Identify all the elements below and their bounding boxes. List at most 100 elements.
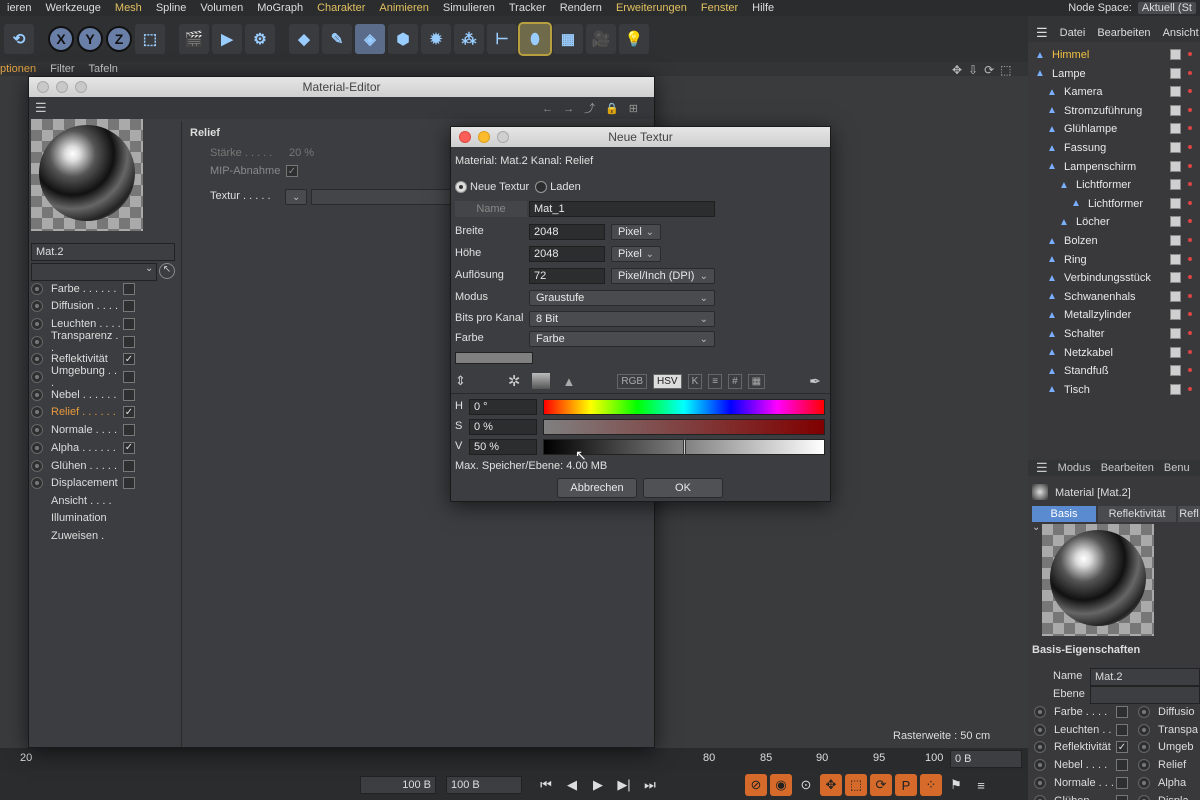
render-view-icon[interactable]: 🎬 — [179, 24, 209, 54]
am-channel-checkbox[interactable] — [1116, 759, 1128, 772]
keyframe-icon[interactable]: ⊙ — [795, 774, 817, 796]
visibility-tag[interactable] — [1170, 290, 1181, 302]
hoehe-unit-dropdown[interactable]: Pixel — [611, 246, 661, 262]
object-row[interactable]: ▲ Fassung — [1028, 139, 1166, 157]
object-row[interactable]: ▲ Himmel — [1028, 46, 1166, 64]
om-menu-bearbeiten[interactable]: Bearbeiten — [1097, 27, 1150, 39]
status-dot[interactable] — [1188, 89, 1192, 94]
status-dot[interactable] — [1188, 256, 1192, 261]
menu-item[interactable]: Werkzeuge — [38, 2, 107, 14]
visibility-tag[interactable] — [1170, 197, 1181, 209]
picker-mode-1[interactable]: HSV — [653, 373, 682, 389]
channel-checkbox[interactable]: ✓ — [123, 353, 135, 366]
am-channel-radio[interactable] — [1034, 723, 1046, 736]
pen-icon[interactable]: ✎ — [322, 24, 352, 54]
status-dot[interactable] — [1188, 126, 1192, 131]
hoehe-input[interactable]: 2048 — [529, 246, 605, 262]
image-icon[interactable]: ▲ — [562, 374, 575, 389]
am-channel-item[interactable]: Glühen . . . — [1032, 794, 1128, 800]
channel-checkbox[interactable] — [123, 282, 135, 295]
am-channel-checkbox[interactable] — [1116, 723, 1128, 736]
status-dot[interactable] — [1188, 145, 1192, 149]
channel-radio[interactable] — [31, 300, 43, 313]
object-row[interactable]: ▲ Kamera — [1028, 83, 1166, 101]
x-axis-lock-icon[interactable]: X — [48, 26, 74, 52]
channel-radio[interactable] — [31, 441, 43, 454]
am-channel-radio[interactable] — [1034, 759, 1046, 772]
texture-slot[interactable] — [311, 189, 451, 205]
channel-item[interactable]: Nebel . . . . . . — [29, 386, 135, 403]
channel-item[interactable]: Diffusion . . . . — [29, 298, 135, 315]
menu-item[interactable]: MoGraph — [250, 2, 310, 14]
scene-icon[interactable]: ⬮ — [518, 22, 552, 56]
picker-mode-5[interactable]: ▦ — [747, 373, 766, 389]
visibility-tag[interactable] — [1170, 142, 1181, 153]
value-slider-handle[interactable] — [683, 439, 686, 455]
menu-icon[interactable]: ☰ — [1036, 25, 1048, 41]
cube-icon[interactable]: ◆ — [289, 24, 319, 54]
am-channel-radio[interactable] — [1138, 776, 1150, 789]
z-axis-lock-icon[interactable]: Z — [106, 26, 132, 52]
visibility-tag[interactable] — [1170, 235, 1181, 246]
am-channel-radio[interactable] — [1034, 706, 1046, 718]
am-name-field[interactable]: Mat.2 — [1090, 668, 1200, 686]
channel-radio[interactable] — [31, 335, 43, 348]
status-dot[interactable] — [1188, 293, 1192, 298]
status-dot[interactable] — [1188, 182, 1192, 187]
channel-radio[interactable] — [31, 388, 43, 401]
am-channel-radio[interactable] — [1138, 723, 1150, 736]
status-dot[interactable] — [1188, 163, 1192, 168]
cancel-button[interactable]: Abbrechen — [557, 478, 637, 498]
am-menu-modus[interactable]: Modus — [1058, 462, 1091, 474]
visibility-tag[interactable] — [1170, 383, 1181, 395]
am-channel-item[interactable]: Diffusio — [1136, 706, 1200, 718]
editor-extra-item[interactable]: Ansicht . . . . — [51, 492, 112, 509]
material-editor-titlebar[interactable]: Material-Editor — [29, 77, 654, 97]
channel-item[interactable]: Alpha . . . . . . ✓ — [29, 439, 135, 456]
camera-icon[interactable]: 🎥 — [586, 24, 616, 54]
channel-checkbox[interactable] — [123, 477, 135, 490]
status-dot[interactable] — [1188, 107, 1192, 112]
object-row[interactable]: ▲ Glühlampe — [1028, 120, 1166, 138]
visibility-tag[interactable] — [1170, 328, 1181, 339]
dialog-titlebar[interactable]: Neue Textur — [451, 127, 830, 147]
move-key-icon[interactable]: ✥ — [820, 774, 842, 796]
object-row[interactable]: ▲ Schalter — [1028, 325, 1166, 343]
channel-checkbox[interactable] — [123, 459, 135, 472]
v-input[interactable]: 50 % — [469, 439, 537, 455]
visibility-tag[interactable] — [1170, 86, 1181, 98]
tab-basis[interactable]: Basis — [1032, 506, 1096, 522]
channel-item[interactable]: Relief . . . . . . ✓ — [29, 404, 135, 421]
picker-mode-4[interactable]: # — [728, 373, 742, 389]
editor-extra-item[interactable]: Zuweisen . — [51, 527, 104, 544]
spectrum-icon[interactable] — [532, 373, 551, 389]
status-dot[interactable] — [1188, 349, 1192, 354]
menu-item[interactable]: Spline — [149, 2, 194, 14]
channel-item[interactable]: Farbe . . . . . . — [29, 280, 135, 297]
viewport-nav-icons[interactable]: ✥⇩⟳⬚ — [952, 63, 1018, 77]
aufloesung-input[interactable]: 72 — [529, 268, 605, 284]
channel-radio[interactable] — [31, 317, 43, 330]
object-row[interactable]: ▲ Lampenschirm — [1028, 158, 1166, 176]
pick-icon[interactable]: ↖ — [159, 263, 175, 279]
am-channel-radio[interactable] — [1034, 741, 1046, 754]
am-channel-checkbox[interactable] — [1116, 794, 1128, 800]
viewport-menu-item[interactable]: Tafeln — [89, 63, 118, 75]
viewport-menu-item[interactable]: ptionen — [0, 63, 36, 75]
visibility-tag[interactable] — [1170, 67, 1181, 79]
textur-dropdown[interactable] — [285, 189, 307, 205]
object-row[interactable]: ▲ Lichtformer — [1028, 195, 1166, 213]
channel-radio[interactable] — [31, 424, 43, 437]
status-dot[interactable] — [1188, 275, 1192, 280]
menu-item[interactable]: Mesh — [108, 2, 149, 14]
visibility-tag[interactable] — [1170, 104, 1181, 116]
am-channel-item[interactable]: Umgeb — [1136, 741, 1200, 754]
color-wheel-icon[interactable]: ✲ — [508, 372, 521, 390]
object-row[interactable]: ▲ Verbindungsstück — [1028, 269, 1166, 287]
min-frame-field[interactable]: 100 B — [360, 776, 436, 794]
visibility-tag[interactable] — [1170, 365, 1181, 377]
floor-icon[interactable]: ▦ — [553, 24, 583, 54]
compress-icon[interactable]: ⇕ — [455, 373, 466, 389]
picker-mode-0[interactable]: RGB — [617, 373, 648, 389]
viewport-menu-item[interactable]: Filter — [50, 63, 74, 75]
